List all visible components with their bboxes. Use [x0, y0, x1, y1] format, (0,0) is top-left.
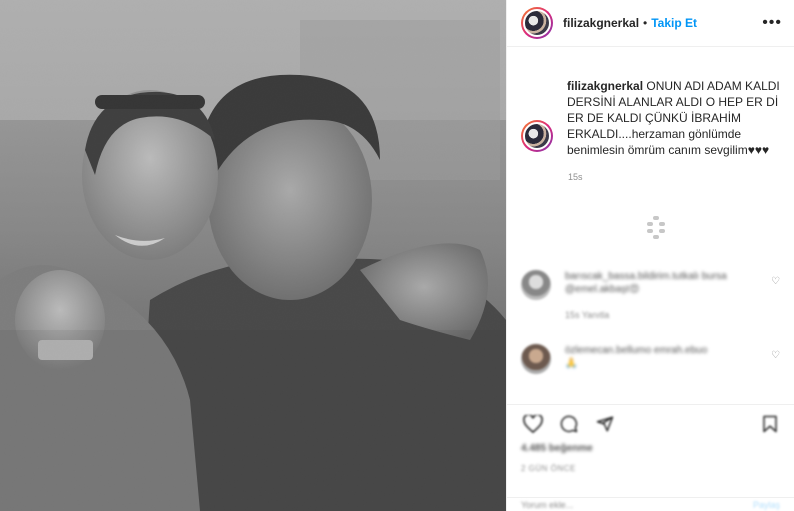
comment-text-line2: 🙏	[565, 358, 578, 369]
comment-text: barıscak_bassa.bildirim.tutkalı bursa	[565, 271, 727, 282]
comment-text-line2: @emel.akbaşt😍	[565, 284, 640, 295]
add-comment-bar: Yorum ekle... Paylaş	[507, 497, 794, 511]
post-photo[interactable]	[0, 0, 506, 511]
caption-avatar[interactable]	[521, 120, 553, 152]
separator-dot: •	[643, 16, 648, 30]
comment-item: özlemecan.bellumo emrah.ebuo 🙏 ♡	[521, 344, 780, 374]
post-actions: 4.485 beğenme 2 GÜN ÖNCE Yorum ekle... P…	[507, 404, 794, 511]
post-date: 2 GÜN ÖNCE	[521, 464, 576, 473]
comment-meta[interactable]: 15s Yanıtla	[565, 310, 765, 320]
heart-icon[interactable]	[521, 415, 545, 433]
author-username[interactable]: filizakgnerkal	[563, 16, 639, 30]
post-side-panel: filizakgnerkal • Takip Et ••• filizakgne…	[506, 0, 794, 511]
photo-image	[0, 0, 506, 511]
caption-username[interactable]: filizakgnerkal	[567, 79, 643, 93]
follow-button[interactable]: Takip Et	[651, 16, 697, 30]
caption-text: filizakgnerkal ONUN ADI ADAM KALDI DERSİ…	[567, 78, 780, 158]
share-icon[interactable]	[593, 415, 617, 433]
post-caption: filizakgnerkal ONUN ADI ADAM KALDI DERSİ…	[507, 48, 794, 158]
comments-section: filizakgnerkal ONUN ADI ADAM KALDI DERSİ…	[507, 48, 794, 404]
commenter-avatar[interactable]	[521, 344, 551, 374]
comment-input[interactable]: Yorum ekle...	[521, 500, 573, 510]
post-comment-button[interactable]: Paylaş	[753, 500, 780, 510]
more-horizontal-icon[interactable]: •••	[762, 14, 782, 32]
author-avatar[interactable]	[521, 7, 553, 39]
commenter-avatar[interactable]	[521, 270, 551, 300]
comment-item: barıscak_bassa.bildirim.tutkalı bursa @e…	[521, 270, 780, 320]
action-icons-row	[521, 411, 782, 437]
comment-like-heart-icon[interactable]: ♡	[771, 350, 780, 361]
loading-spinner-icon	[647, 216, 665, 240]
caption-timestamp: 15s	[568, 172, 583, 182]
comment-text: özlemecan.bellumo emrah.ebuo	[565, 345, 708, 356]
likes-count[interactable]: 4.485 beğenme	[521, 443, 782, 454]
post-header: filizakgnerkal • Takip Et •••	[507, 0, 794, 47]
comment-icon[interactable]	[557, 415, 581, 433]
comment-like-heart-icon[interactable]: ♡	[771, 276, 780, 287]
bookmark-icon[interactable]	[758, 415, 782, 433]
